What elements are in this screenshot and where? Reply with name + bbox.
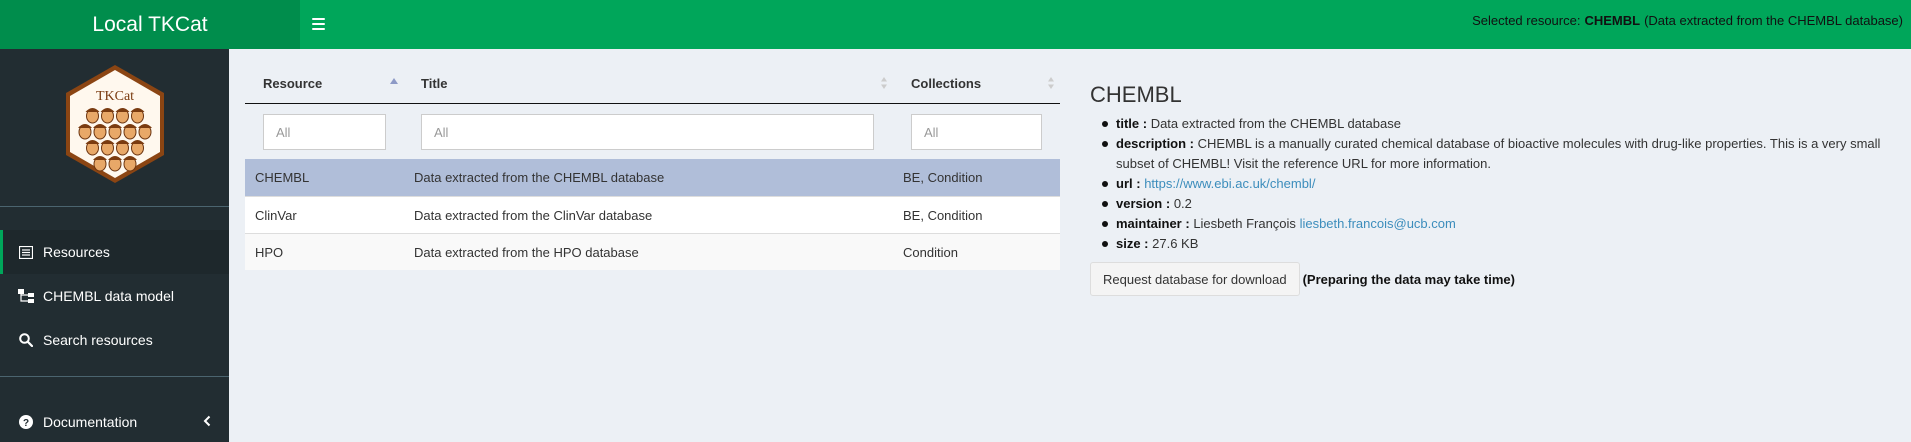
download-note: (Preparing the data may take time) bbox=[1302, 271, 1515, 287]
resource-detail-panel: CHEMBL title : Data extracted from the C… bbox=[1090, 82, 1905, 296]
cell-collections: Condition bbox=[903, 244, 958, 260]
field-version: version : 0.2 bbox=[1102, 194, 1905, 214]
sidebar-item-resources[interactable]: Resources bbox=[0, 230, 229, 274]
request-download-button[interactable]: Request database for download bbox=[1090, 262, 1300, 296]
cell-title: Data extracted from the CHEMBL database bbox=[414, 169, 665, 185]
cell-title: Data extracted from the ClinVar database bbox=[414, 207, 653, 223]
cell-collections: BE, Condition bbox=[903, 207, 983, 223]
sidebar-toggle-icon[interactable] bbox=[312, 14, 329, 34]
sort-both-icon[interactable] bbox=[880, 77, 888, 89]
field-url: url : https://www.ebi.ac.uk/chembl/ bbox=[1102, 174, 1905, 194]
svg-text:?: ? bbox=[23, 418, 29, 429]
sidebar: TKCat Resources CHEMBL data model Search… bbox=[0, 49, 229, 442]
logo-text: TKCat bbox=[96, 89, 134, 104]
url-link[interactable]: https://www.ebi.ac.uk/chembl/ bbox=[1144, 176, 1315, 191]
table-header: Resource Title Collections bbox=[245, 62, 1060, 104]
column-header-resource[interactable]: Resource bbox=[263, 62, 322, 104]
field-maintainer: maintainer : Liesbeth François liesbeth.… bbox=[1102, 214, 1905, 234]
question-circle-icon: ? bbox=[18, 414, 34, 430]
cell-resource: ClinVar bbox=[255, 207, 297, 223]
cell-collections: BE, Condition bbox=[903, 169, 983, 185]
field-description: description : CHEMBL is a manually curat… bbox=[1102, 134, 1905, 174]
app-title[interactable]: Local TKCat bbox=[0, 0, 300, 49]
download-row: Request database for download (Preparing… bbox=[1090, 262, 1905, 296]
field-title: title : Data extracted from the CHEMBL d… bbox=[1102, 114, 1905, 134]
sidebar-item-label: Documentation bbox=[43, 414, 138, 430]
selected-prefix: Selected resource: bbox=[1472, 12, 1581, 28]
list-icon bbox=[18, 244, 34, 260]
filter-input-title[interactable] bbox=[421, 114, 874, 150]
tkcat-logo: TKCat bbox=[66, 65, 164, 183]
chevron-left-icon bbox=[203, 414, 211, 430]
resource-fields-list: title : Data extracted from the CHEMBL d… bbox=[1102, 114, 1905, 254]
column-header-collections[interactable]: Collections bbox=[911, 62, 981, 104]
sidebar-item-label: Search resources bbox=[43, 332, 153, 348]
sitemap-icon bbox=[18, 288, 34, 304]
table-row[interactable]: CHEMBL Data extracted from the CHEMBL da… bbox=[245, 159, 1060, 196]
resources-table: Resource Title Collections CHEMBL Data e… bbox=[245, 62, 1060, 270]
sidebar-item-search-resources[interactable]: Search resources bbox=[0, 318, 229, 362]
sidebar-item-documentation[interactable]: ? Documentation bbox=[0, 400, 229, 442]
selected-resource-name: CHEMBL bbox=[1584, 12, 1641, 28]
top-header: Local TKCat Selected resource: CHEMBL (D… bbox=[0, 0, 1911, 49]
selected-resource-info: Selected resource: CHEMBL (Data extracte… bbox=[1472, 0, 1903, 40]
sidebar-item-label: Resources bbox=[43, 244, 110, 260]
cell-resource: CHEMBL bbox=[255, 169, 310, 185]
resource-heading: CHEMBL bbox=[1090, 82, 1182, 107]
selected-resource-title: (Data extracted from the CHEMBL database… bbox=[1644, 12, 1903, 28]
sort-asc-icon[interactable] bbox=[390, 77, 398, 89]
sidebar-item-label: CHEMBL data model bbox=[43, 288, 174, 304]
maintainer-email-link[interactable]: liesbeth.francois@ucb.com bbox=[1300, 216, 1456, 231]
table-row[interactable]: HPO Data extracted from the HPO database… bbox=[245, 233, 1060, 270]
sort-both-icon[interactable] bbox=[1047, 77, 1055, 89]
table-row[interactable]: ClinVar Data extracted from the ClinVar … bbox=[245, 196, 1060, 233]
cell-resource: HPO bbox=[255, 244, 284, 260]
sidebar-item-chembl-data-model[interactable]: CHEMBL data model bbox=[0, 274, 229, 318]
filter-input-collections[interactable] bbox=[911, 114, 1042, 150]
search-icon bbox=[18, 332, 34, 348]
field-size: size : 27.6 KB bbox=[1102, 234, 1905, 254]
table-body: CHEMBL Data extracted from the CHEMBL da… bbox=[245, 159, 1060, 270]
column-header-title[interactable]: Title bbox=[421, 62, 448, 104]
cell-title: Data extracted from the HPO database bbox=[414, 244, 639, 260]
filter-input-resource[interactable] bbox=[263, 114, 386, 150]
